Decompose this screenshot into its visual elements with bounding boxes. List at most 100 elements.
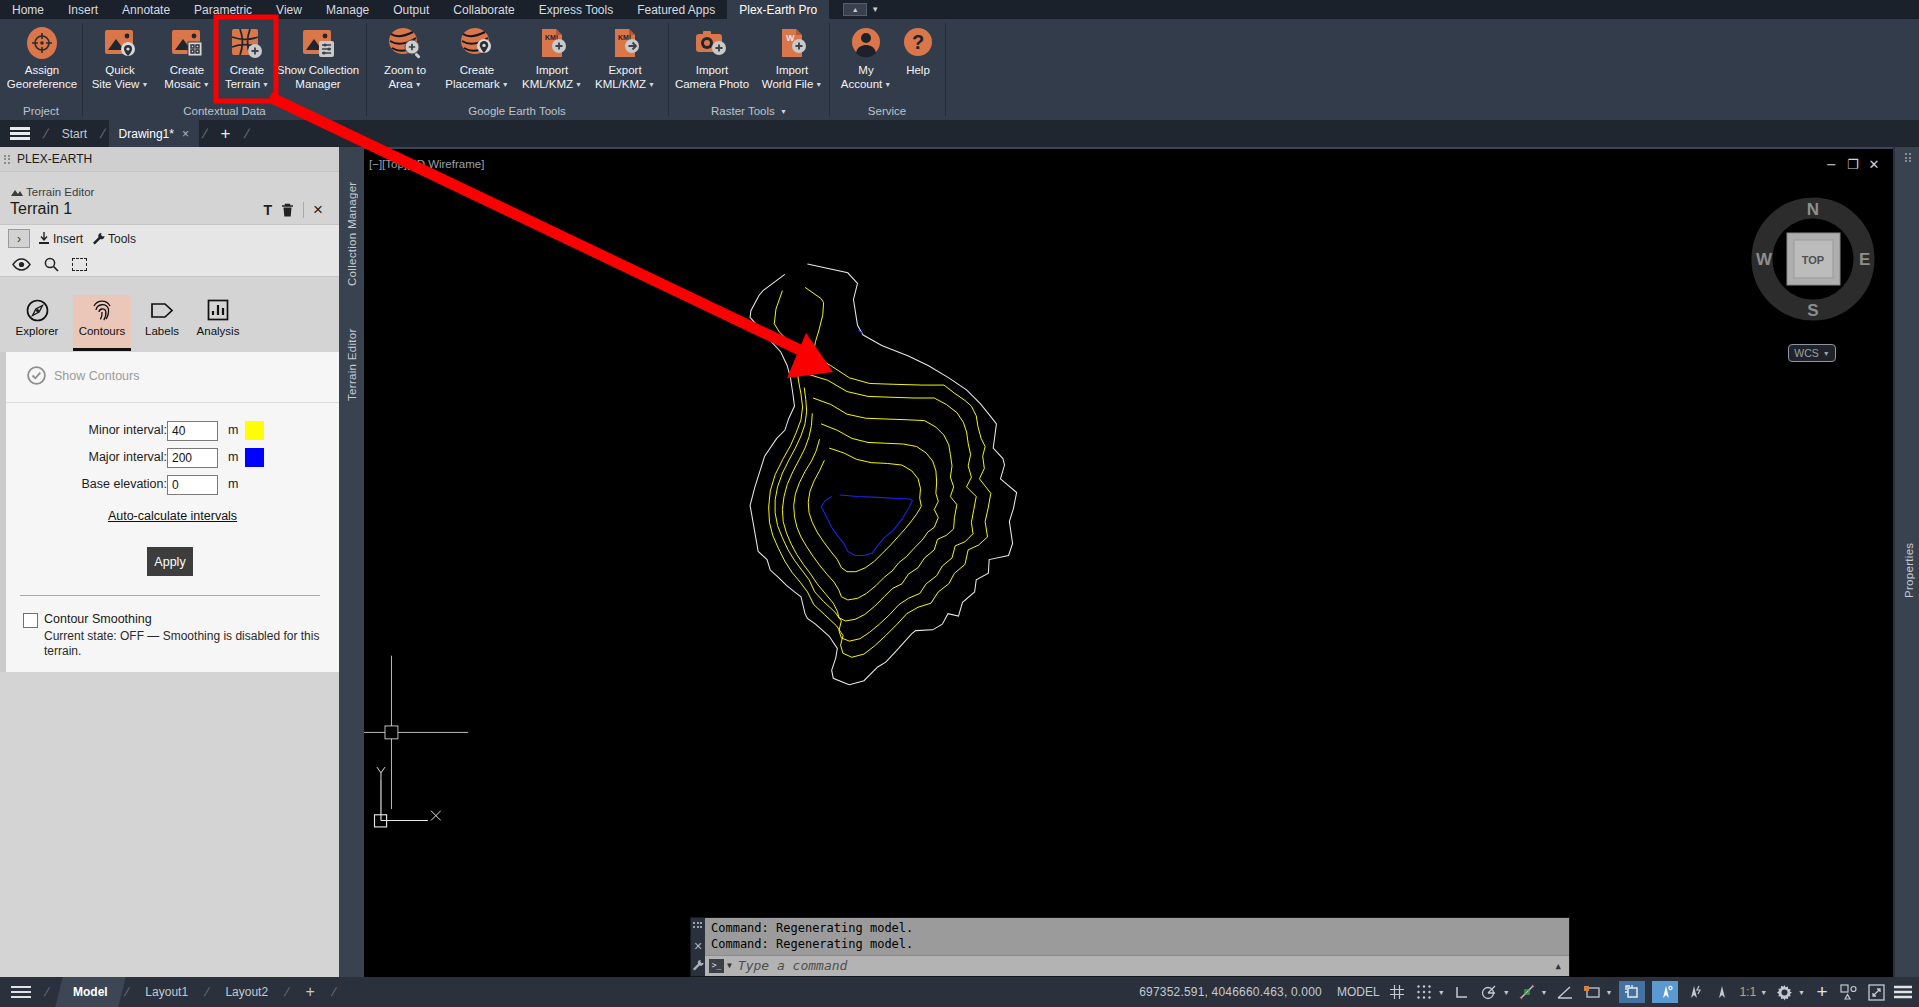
side-tab-collection-manager[interactable]: Collection Manager	[339, 178, 364, 290]
new-layout-button[interactable]: +	[291, 977, 328, 1007]
menu-featured-apps[interactable]: Featured Apps	[625, 0, 727, 19]
group-project[interactable]: Project	[0, 105, 82, 117]
minor-contour[interactable]	[775, 374, 976, 641]
menu-annotate[interactable]: Annotate	[110, 0, 182, 19]
expander-button[interactable]: ›	[8, 229, 30, 248]
menu-express-tools[interactable]: Express Tools	[527, 0, 625, 19]
angle-snap-icon[interactable]	[1555, 981, 1575, 1003]
import-camera-photo-button[interactable]: Import Camera Photo	[672, 26, 752, 91]
compass-north[interactable]: N	[1807, 200, 1819, 219]
close-panel-button[interactable]: ×	[313, 203, 323, 217]
settings-gear-icon[interactable]	[1774, 981, 1794, 1003]
show-contours-row[interactable]: Show Contours	[27, 366, 139, 385]
lineweight-display-icon[interactable]	[1619, 981, 1645, 1003]
minor-contour[interactable]	[794, 424, 939, 600]
annotation-scale-value[interactable]: 1:1	[1739, 985, 1756, 999]
close-icon[interactable]: ✕	[691, 940, 705, 953]
side-tab-terrain-editor[interactable]: Terrain Editor	[339, 315, 364, 415]
menu-parametric[interactable]: Parametric	[182, 0, 264, 19]
help-button[interactable]: ? Help	[896, 26, 940, 78]
chevron-down-icon[interactable]: ▼	[1541, 989, 1548, 996]
plus-icon[interactable]: +	[1812, 981, 1832, 1003]
menu-plex-earth-pro[interactable]: Plex-Earth Pro	[727, 0, 829, 19]
assign-georeference-button[interactable]: Assign Georeference	[5, 26, 79, 91]
menu-view[interactable]: View	[264, 0, 314, 19]
tab-drawing1[interactable]: Drawing1*×	[109, 120, 199, 147]
layout2-tab[interactable]: Layout2	[211, 977, 282, 1007]
import-world-file-button[interactable]: W Import World File▼	[756, 26, 828, 91]
visibility-eye-icon[interactable]	[12, 258, 31, 271]
menu-collaborate[interactable]: Collaborate	[441, 0, 526, 19]
layout1-tab[interactable]: Layout1	[131, 977, 202, 1007]
annotation-visibility-icon[interactable]	[1652, 981, 1678, 1003]
model-tab[interactable]: Model	[56, 977, 126, 1007]
wrench-icon[interactable]	[692, 959, 704, 971]
insert-button[interactable]: Insert	[38, 229, 83, 248]
menu-output[interactable]: Output	[381, 0, 441, 19]
dynamic-input-icon[interactable]	[1582, 981, 1602, 1003]
group-google-earth-tools[interactable]: Google Earth Tools	[366, 105, 668, 117]
menu-home[interactable]: Home	[0, 0, 56, 19]
isolate-objects-icon[interactable]	[1839, 981, 1859, 1003]
minor-contour[interactable]	[808, 448, 921, 572]
selection-box-icon[interactable]	[72, 258, 87, 271]
compass-east[interactable]: E	[1859, 250, 1870, 269]
minor-interval-input[interactable]	[167, 421, 218, 441]
coordinates-display[interactable]: 697352.591, 4046660.463, 0.000	[1139, 985, 1322, 999]
view-cube[interactable]: N S W E TOP	[1749, 194, 1879, 324]
command-input-row[interactable]: >_ ▼ Type a command ▲	[705, 955, 1569, 976]
create-placemark-button[interactable]: Create Placemark▼	[442, 26, 512, 91]
compass-west[interactable]: W	[1756, 250, 1773, 269]
boundary-contour[interactable]	[750, 264, 1017, 685]
layout-menu-button[interactable]	[0, 983, 42, 1001]
close-icon[interactable]: ×	[182, 127, 189, 141]
ribbon-display-toggle[interactable]: ▲ ▼	[843, 0, 879, 19]
my-account-button[interactable]: My Account▼	[838, 26, 894, 91]
export-kml-button[interactable]: KML Export KML/KMZ▼	[592, 26, 658, 91]
rename-terrain-button[interactable]: T	[264, 202, 273, 218]
grip-icon[interactable]	[693, 922, 702, 928]
tab-contours[interactable]: Contours	[73, 295, 131, 351]
panel-title-bar[interactable]: PLEX-EARTH	[0, 147, 339, 172]
object-snap-tracking-icon[interactable]	[1517, 981, 1537, 1003]
chevron-down-icon[interactable]: ▼	[1798, 989, 1805, 996]
auto-calculate-link[interactable]: Auto-calculate intervals	[6, 509, 339, 523]
menu-hamburger-button[interactable]	[0, 120, 40, 147]
major-color-swatch[interactable]	[245, 448, 264, 467]
drawing-canvas[interactable]: [−][Top][2D Wireframe] − ❐ ✕	[364, 147, 1893, 977]
customization-menu-icon[interactable]	[1893, 981, 1913, 1003]
major-interval-input[interactable]	[167, 448, 218, 468]
clean-screen-icon[interactable]	[1866, 981, 1886, 1003]
tab-labels[interactable]: Labels	[138, 295, 186, 351]
group-contextual-data[interactable]: Contextual Data	[83, 105, 366, 117]
model-space-indicator[interactable]: MODEL	[1337, 985, 1380, 999]
menu-manage[interactable]: Manage	[314, 0, 381, 19]
tab-start[interactable]: Start	[52, 120, 97, 147]
apply-button[interactable]: Apply	[147, 547, 193, 576]
group-service[interactable]: Service	[829, 105, 945, 117]
compass-south[interactable]: S	[1807, 301, 1818, 320]
wcs-dropdown[interactable]: WCS▼	[1788, 344, 1836, 362]
zoom-to-area-button[interactable]: Zoom to Area▼	[373, 26, 437, 91]
menu-insert[interactable]: Insert	[56, 0, 110, 19]
show-collection-manager-button[interactable]: Show Collection Manager	[272, 26, 364, 91]
major-contour[interactable]	[821, 495, 912, 556]
chevron-down-icon[interactable]: ▼	[1503, 989, 1510, 996]
side-tab-properties[interactable]: Properties	[1896, 535, 1919, 605]
chevron-down-icon[interactable]: ▼	[1438, 989, 1445, 996]
import-kml-button[interactable]: KML Import KML/KMZ▼	[519, 26, 585, 91]
polar-tracking-icon[interactable]	[1479, 981, 1499, 1003]
group-raster-tools[interactable]: Raster Tools ▼	[669, 105, 829, 117]
minor-color-swatch[interactable]	[245, 421, 264, 440]
grid-display-icon[interactable]	[1387, 981, 1407, 1003]
base-elevation-input[interactable]	[167, 475, 218, 495]
delete-terrain-button[interactable]	[281, 203, 294, 218]
autoscale-icon[interactable]	[1685, 981, 1705, 1003]
tab-explorer[interactable]: Explorer	[8, 295, 66, 351]
search-icon[interactable]	[44, 257, 59, 272]
tab-analysis[interactable]: Analysis	[190, 295, 246, 351]
ortho-mode-icon[interactable]	[1452, 981, 1472, 1003]
tools-button[interactable]: Tools	[92, 229, 136, 248]
snap-mode-icon[interactable]	[1414, 981, 1434, 1003]
contour-smoothing-checkbox[interactable]	[23, 613, 38, 628]
